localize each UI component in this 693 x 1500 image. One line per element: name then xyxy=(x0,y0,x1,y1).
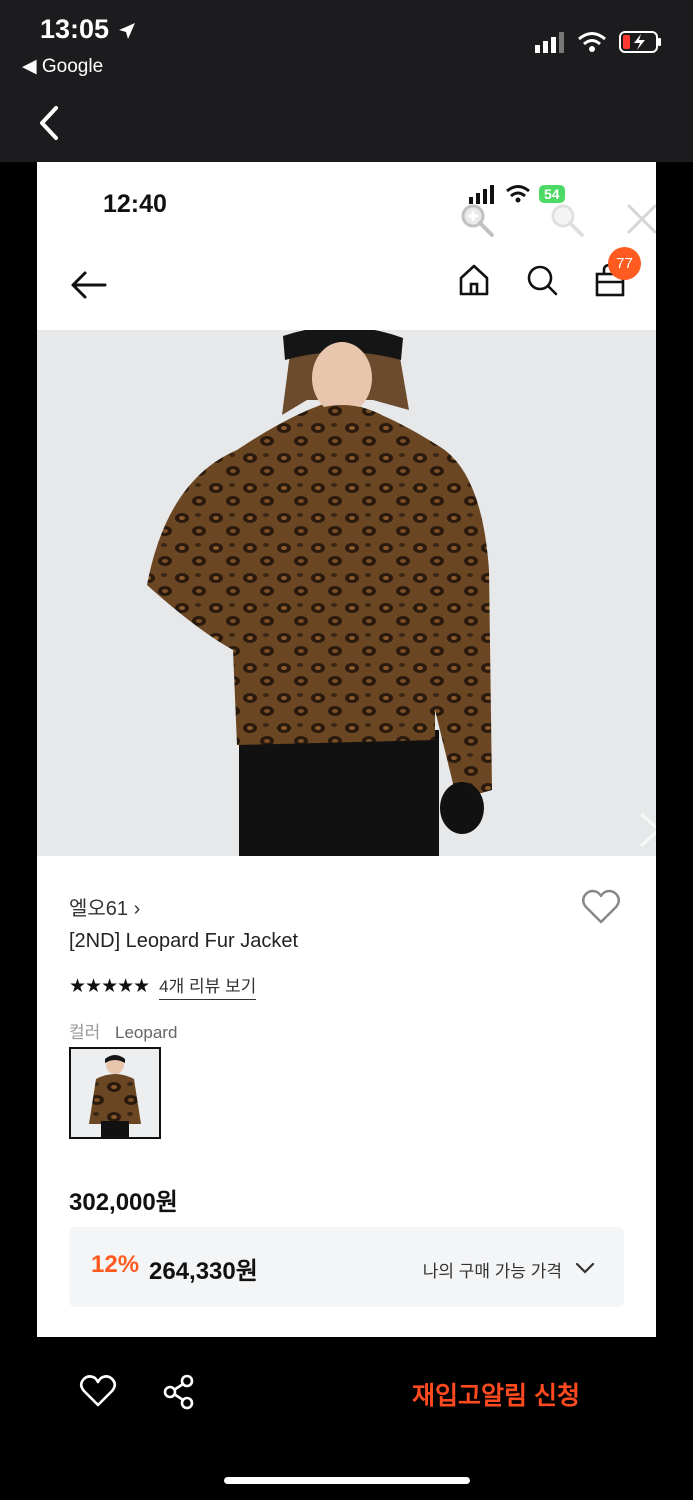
color-label: 컬러 xyxy=(69,1023,101,1042)
browser-back-icon[interactable] xyxy=(34,102,74,146)
color-value: Leopard xyxy=(115,1023,178,1042)
thumbnail-photo xyxy=(71,1049,159,1137)
next-image-arrow-icon[interactable] xyxy=(635,810,656,850)
original-price: 302,000원 xyxy=(69,1189,178,1216)
zoom-out-icon[interactable] xyxy=(549,202,585,238)
review-link[interactable]: 4개 리뷰 보기 xyxy=(159,972,257,1000)
my-price-label: 나의 구매 가능 가격 xyxy=(422,1262,562,1281)
outer-status-bar: 13:05 ◀ Google xyxy=(0,0,693,162)
star-rating: ★★★★★ xyxy=(69,975,150,997)
app-screen: 12:40 54 77 엘오61 › [2ND] Leopard Fur Jac… xyxy=(37,162,656,1337)
inner-battery: 54 xyxy=(539,185,565,203)
back-arrow-icon[interactable] xyxy=(69,268,109,302)
my-price-panel[interactable]: 12% 264,330원 나의 구매 가능 가격 xyxy=(69,1227,624,1307)
brand-link[interactable]: 엘오61 › xyxy=(69,892,140,921)
bottom-action-bar: 재입고알림 신청 xyxy=(0,1337,693,1500)
search-icon[interactable] xyxy=(525,262,559,298)
inner-signal-icon xyxy=(469,185,494,204)
back-to-google-link[interactable]: ◀ Google xyxy=(22,55,103,78)
inner-wifi-icon xyxy=(506,185,530,203)
bottom-heart-icon[interactable] xyxy=(79,1374,117,1408)
cart-count-badge: 77 xyxy=(608,247,641,280)
discount-price: 264,330원 xyxy=(149,1258,258,1285)
inner-status-icons: 54 xyxy=(467,184,565,204)
discount-rate: 12% xyxy=(91,1251,140,1278)
chevron-down-icon[interactable] xyxy=(574,1257,596,1279)
product-image[interactable] xyxy=(37,330,656,856)
outer-time: 13:05 xyxy=(40,14,137,45)
outer-time-text: 13:05 xyxy=(40,14,110,44)
home-icon[interactable] xyxy=(457,262,491,298)
home-indicator[interactable] xyxy=(224,1477,470,1484)
model-photo xyxy=(37,330,656,856)
wishlist-heart-icon[interactable] xyxy=(580,886,622,928)
share-icon[interactable] xyxy=(161,1374,197,1410)
color-option-thumbnail[interactable] xyxy=(69,1047,161,1139)
wifi-icon xyxy=(578,32,606,52)
inner-time: 12:40 xyxy=(103,190,167,218)
outer-status-icons xyxy=(533,30,663,54)
rating-row: ★★★★★ 4개 리뷰 보기 xyxy=(69,972,257,1000)
product-title: [2ND] Leopard Fur Jacket xyxy=(69,930,298,952)
battery-charging-icon xyxy=(619,31,661,53)
color-row: 컬러 Leopard xyxy=(69,1018,177,1043)
nav-actions xyxy=(457,262,627,298)
signal-icon xyxy=(535,32,564,53)
zoom-in-icon[interactable] xyxy=(459,202,495,238)
restock-alert-button[interactable]: 재입고알림 신청 xyxy=(412,1376,580,1412)
close-icon[interactable] xyxy=(625,202,656,236)
location-arrow-icon xyxy=(118,22,135,39)
